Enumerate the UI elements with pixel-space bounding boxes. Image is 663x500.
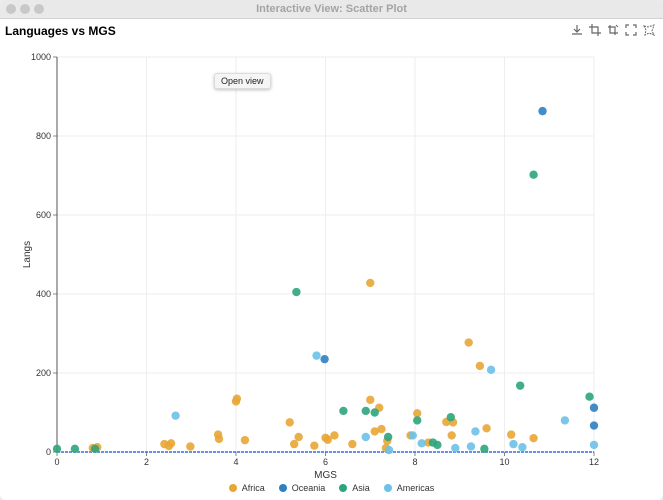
data-point-africa[interactable] [348,439,357,449]
data-point-africa[interactable] [366,395,375,405]
data-point-oceania[interactable] [589,421,599,430]
data-point-asia[interactable] [413,416,422,425]
legend-swatch [339,484,348,492]
data-point-africa[interactable] [240,435,250,445]
data-point-americas[interactable] [509,439,518,449]
data-point-asia[interactable] [383,432,393,442]
data-point-americas[interactable] [560,416,570,425]
legend-label: Africa [241,483,265,493]
x-axis-title: MGS [314,470,337,481]
data-point-americas[interactable] [451,443,460,453]
data-point-africa[interactable] [366,278,375,288]
data-point-americas[interactable] [471,427,480,436]
data-point-africa[interactable] [285,418,294,427]
open-view-tooltip[interactable]: Open view [214,73,271,89]
data-point-africa[interactable] [529,433,538,443]
data-point-oceania[interactable] [320,354,329,364]
y-tick-label: 800 [36,131,51,141]
data-point-americas[interactable] [408,431,417,440]
data-point-asia[interactable] [480,444,489,454]
data-point-americas[interactable] [589,440,599,450]
data-point-asia[interactable] [529,170,538,179]
legend-swatch [228,484,237,492]
data-point-africa[interactable] [232,394,242,403]
data-point-africa[interactable] [186,442,195,451]
data-point-africa[interactable] [447,431,456,440]
data-point-oceania[interactable] [538,106,547,116]
data-point-asia[interactable] [70,444,80,454]
data-point-africa[interactable] [166,439,176,448]
y-tick-label: 600 [36,210,51,220]
data-point-africa[interactable] [475,361,485,371]
x-tick-label: 6 [323,457,328,467]
data-point-asia[interactable] [339,406,348,416]
data-point-americas[interactable] [518,443,527,452]
legend-swatch [278,484,287,492]
x-tick-label: 2 [144,457,149,467]
data-point-africa[interactable] [330,431,339,440]
legend-label: Asia [352,483,370,493]
legend-label: Americas [396,483,435,493]
data-point-africa[interactable] [289,439,299,449]
data-point-asia[interactable] [292,287,301,297]
data-point-americas[interactable] [384,445,394,455]
data-point-americas[interactable] [486,365,496,375]
y-tick-label: 1000 [31,52,51,62]
data-point-asia[interactable] [370,408,379,417]
scatter-plot[interactable]: 0 2 4 6 8 10 12 0 200 400 600 800 1000 MGS Langs [0,0,663,500]
data-point-asia[interactable] [90,444,100,454]
data-point-asia[interactable] [585,392,594,401]
data-point-asia[interactable] [446,413,455,422]
data-point-oceania[interactable] [589,403,599,412]
data-point-africa[interactable] [310,441,319,450]
x-tick-label: 12 [589,457,599,467]
x-tick-label: 0 [54,457,59,467]
data-point-africa[interactable] [482,424,491,433]
x-tick-label: 10 [499,457,509,467]
data-point-americas[interactable] [312,351,321,360]
legend-swatch [383,484,392,492]
y-tick-label: 200 [36,368,51,378]
legend-item-africa[interactable]: Africa [228,483,265,493]
grid-lines [56,56,595,453]
data-point-americas[interactable] [417,439,426,448]
data-point-americas[interactable] [361,432,370,442]
data-point-asia[interactable] [361,406,370,416]
legend-label: Oceania [291,483,326,493]
data-point-asia[interactable] [515,381,525,390]
data-point-asia[interactable] [52,444,62,454]
legend: Africa Oceania Asia Americas [0,483,663,493]
y-axis-title: Langs [22,241,33,268]
data-point-asia[interactable] [433,440,442,450]
data-point-americas[interactable] [466,442,476,451]
data-point-africa[interactable] [377,424,386,434]
data-point-africa[interactable] [464,338,473,347]
x-tick-label: 4 [233,457,238,467]
legend-item-americas[interactable]: Americas [383,483,435,493]
axes: 0 2 4 6 8 10 12 0 200 400 600 800 1000 [31,52,599,467]
y-tick-label: 0 [46,447,51,457]
data-point-americas[interactable] [171,411,180,420]
legend-item-asia[interactable]: Asia [339,483,370,493]
data-point-africa[interactable] [507,430,516,439]
y-tick-label: 400 [36,289,51,299]
x-tick-label: 8 [412,457,417,467]
data-point-africa[interactable] [214,434,224,444]
app-window: Interactive View: Scatter Plot Languages… [0,0,663,500]
data-point-africa[interactable] [294,432,303,442]
legend-item-oceania[interactable]: Oceania [278,483,326,493]
